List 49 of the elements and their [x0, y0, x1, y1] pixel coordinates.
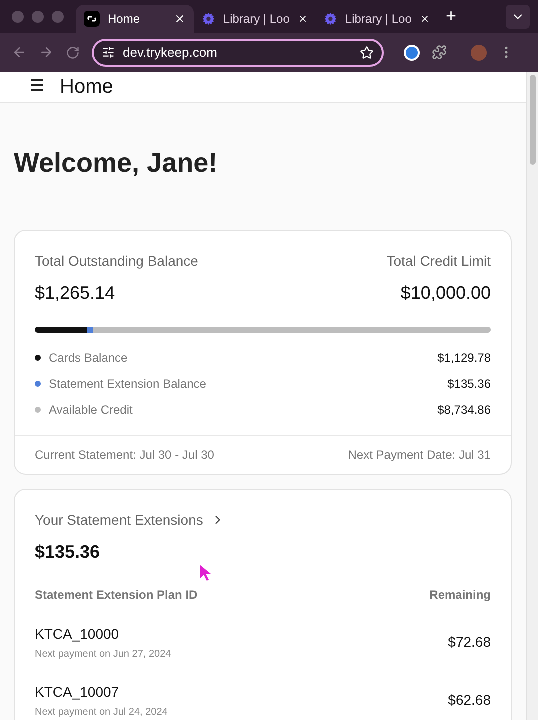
bookmark-star-icon[interactable] [360, 46, 374, 60]
extensions-link[interactable]: Your Statement Extensions [35, 510, 491, 530]
credit-limit-label: Total Credit Limit [386, 252, 491, 270]
legend-amount: $1,129.78 [438, 350, 491, 366]
browser-tab[interactable]: Library | Loo [316, 5, 438, 33]
remaining-amount: $62.68 [448, 691, 491, 710]
next-payment-date: Next Payment Date: Jul 31 [348, 446, 491, 464]
new-tab-button[interactable]: + [438, 3, 465, 30]
address-bar[interactable]: dev.trykeep.com [92, 38, 384, 66]
column-header: Statement Extension Plan ID [35, 586, 198, 604]
reload-icon[interactable] [66, 46, 80, 60]
close-icon[interactable] [298, 13, 308, 25]
menu-button[interactable]: ☰ [30, 75, 44, 99]
tab-title: Library | Loo [223, 11, 290, 28]
url-text: dev.trykeep.com [123, 44, 218, 62]
extensions-icon[interactable] [432, 45, 447, 60]
site-settings-icon[interactable] [102, 46, 115, 59]
legend-label: Available Credit [49, 402, 134, 418]
browser-tab[interactable]: Library | Loo [194, 5, 316, 33]
mouse-cursor-icon [200, 565, 212, 581]
next-payment-note: Next payment on Jul 24, 2024 [35, 706, 168, 720]
next-payment-note: Next payment on Jun 27, 2024 [35, 648, 172, 662]
password-manager-icon[interactable] [404, 44, 420, 60]
plan-id: KTCA_10007 [35, 682, 120, 702]
greeting-heading: Welcome, Jane! [14, 147, 219, 180]
remaining-amount: $72.68 [448, 633, 491, 652]
close-icon[interactable] [174, 13, 186, 25]
forward-icon[interactable] [39, 45, 54, 60]
browser-tab[interactable]: Home [76, 5, 194, 33]
app-logo-icon [84, 11, 100, 27]
back-icon[interactable] [12, 45, 27, 60]
flower-icon [202, 11, 216, 27]
balance-label: Total Outstanding Balance [35, 252, 198, 271]
legend-amount: $8,734.86 [438, 402, 491, 418]
flower-icon [324, 11, 338, 27]
column-header: Remaining [430, 586, 491, 604]
statement-period: Current Statement: Jul 30 - Jul 30 [35, 446, 214, 464]
legend-label: Cards Balance [49, 350, 129, 366]
close-icon[interactable] [420, 13, 430, 25]
legend-label: Statement Extension Balance [49, 376, 208, 392]
extensions-total: $135.36 [35, 540, 102, 564]
tab-menu-button[interactable] [506, 4, 530, 28]
balance-amount: $1,265.14 [35, 282, 116, 304]
plan-id: KTCA_10000 [35, 624, 120, 644]
legend-amount: $135.36 [448, 376, 491, 392]
page-title: Home [60, 75, 114, 100]
tab-title: Home [108, 11, 142, 28]
credit-limit-amount: $10,000.00 [400, 282, 491, 304]
tab-title: Library | Loo [345, 11, 412, 28]
